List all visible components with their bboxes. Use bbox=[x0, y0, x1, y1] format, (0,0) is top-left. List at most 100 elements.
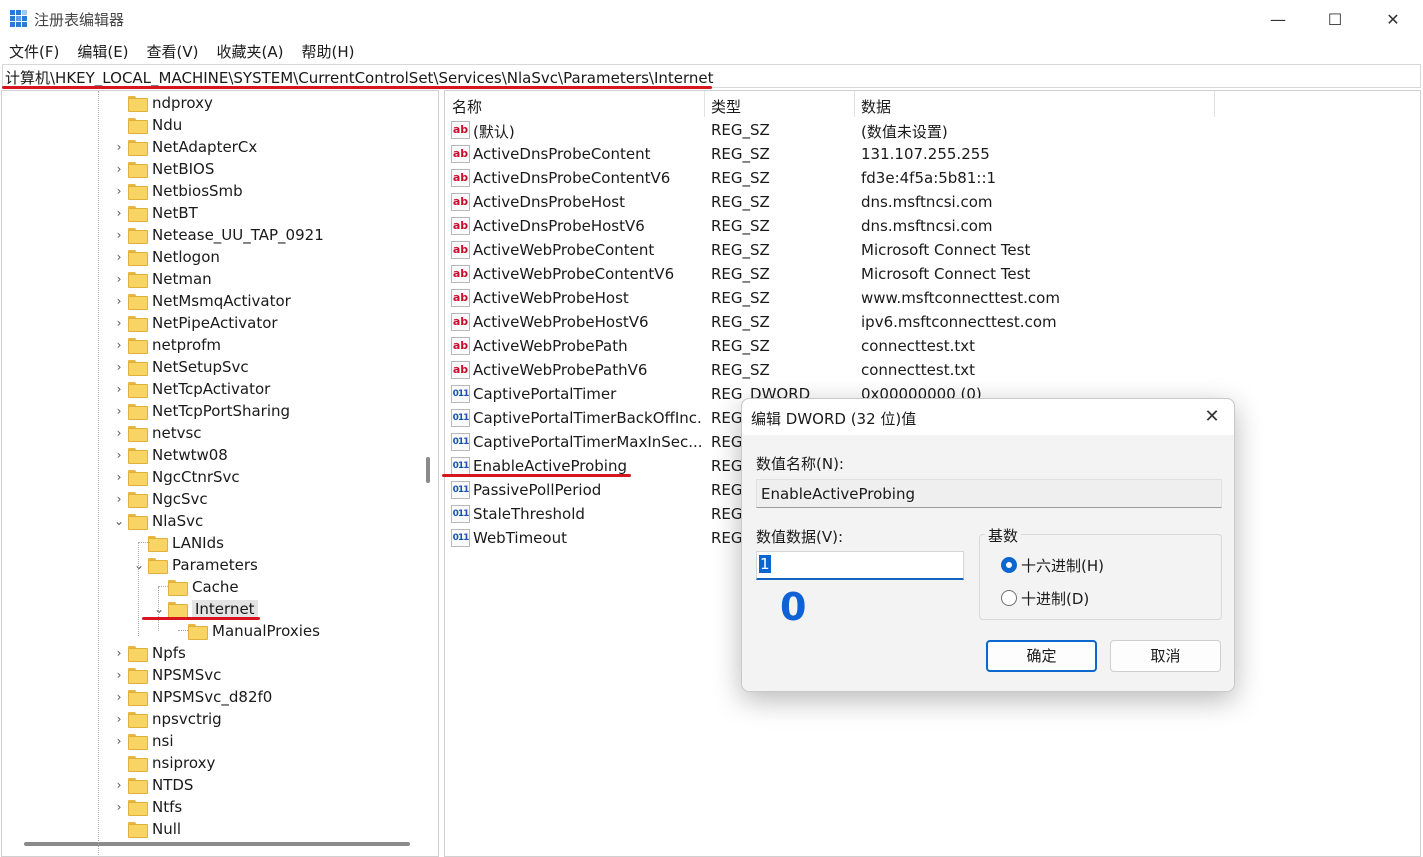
chevron-right-icon[interactable]: › bbox=[110, 734, 128, 748]
value-name[interactable]: ActiveDnsProbeHost bbox=[473, 193, 703, 211]
value-name[interactable]: ActiveWebProbeHost bbox=[473, 289, 703, 307]
chevron-right-icon[interactable]: › bbox=[110, 778, 128, 792]
chevron-right-icon[interactable]: › bbox=[110, 338, 128, 352]
chevron-right-icon[interactable]: › bbox=[110, 140, 128, 154]
tree-node-label[interactable]: NetBIOS bbox=[152, 160, 214, 178]
value-name[interactable]: ActiveDnsProbeHostV6 bbox=[473, 217, 703, 235]
chevron-right-icon[interactable]: › bbox=[110, 316, 128, 330]
value-row[interactable]: ab ActiveDnsProbeContentV6 REG_SZ fd3e:4f5a… bbox=[445, 166, 1420, 190]
tree-horizontal-scrollbar[interactable] bbox=[24, 842, 410, 846]
tree-node-label[interactable]: Netease_UU_TAP_0921 bbox=[152, 226, 324, 244]
value-name[interactable]: ActiveDnsProbeContent bbox=[473, 145, 703, 163]
value-name[interactable]: ActiveWebProbePathV6 bbox=[473, 361, 703, 379]
value-name[interactable]: CaptivePortalTimerBackOffInc... bbox=[473, 409, 703, 427]
value-name[interactable]: CaptivePortalTimerMaxInSec... bbox=[473, 433, 703, 451]
tree-node-label[interactable]: NPSMSvc bbox=[152, 666, 221, 684]
cancel-button[interactable]: 取消 bbox=[1110, 640, 1221, 672]
menu-help[interactable]: 帮助(H) bbox=[292, 38, 363, 64]
tree-node-label[interactable]: NetSetupSvc bbox=[152, 358, 249, 376]
value-name[interactable]: PassivePollPeriod bbox=[473, 481, 703, 499]
value-row[interactable]: ab ActiveWebProbePath REG_SZ connecttest.tx… bbox=[445, 334, 1420, 358]
tree-node-label[interactable]: Netman bbox=[152, 270, 212, 288]
tree-node-label[interactable]: ndproxy bbox=[152, 94, 213, 112]
tree-node[interactable]: › netprofm bbox=[110, 334, 221, 356]
tree-node[interactable]: › Netlogon bbox=[110, 246, 220, 268]
tree-node-label[interactable]: Npfs bbox=[152, 644, 186, 662]
tree-node[interactable]: › nsi bbox=[110, 730, 174, 752]
tree-node[interactable]: ⌄ Parameters bbox=[130, 554, 258, 576]
tree-node-label[interactable]: NPSMSvc_d82f0 bbox=[152, 688, 272, 706]
tree-node-label[interactable]: npsvctrig bbox=[152, 710, 222, 728]
value-row[interactable]: ab ActiveDnsProbeHost REG_SZ dns.msftncsi.c… bbox=[445, 190, 1420, 214]
chevron-right-icon[interactable]: › bbox=[110, 404, 128, 418]
chevron-right-icon[interactable]: › bbox=[110, 492, 128, 506]
chevron-right-icon[interactable]: › bbox=[110, 800, 128, 814]
key-tree-pane[interactable]: ndproxy Ndu › NetAdapterCx › NetBIOS › NetbiosS… bbox=[1, 90, 439, 857]
tree-node-label[interactable]: Null bbox=[152, 820, 181, 838]
tree-node[interactable]: › npsvctrig bbox=[110, 708, 222, 730]
tree-node[interactable]: ndproxy bbox=[110, 92, 213, 114]
menu-favorites[interactable]: 收藏夹(A) bbox=[208, 38, 293, 64]
chevron-down-icon[interactable]: ⌄ bbox=[150, 602, 168, 616]
tree-node[interactable]: › netvsc bbox=[110, 422, 202, 444]
tree-node-label[interactable]: NetTcpActivator bbox=[152, 380, 270, 398]
chevron-right-icon[interactable]: › bbox=[110, 184, 128, 198]
tree-node[interactable]: ManualProxies bbox=[170, 620, 320, 642]
minimize-button[interactable]: — bbox=[1249, 0, 1307, 38]
value-row[interactable]: ab ActiveWebProbeContentV6 REG_SZ Microsoft… bbox=[445, 262, 1420, 286]
value-name[interactable]: EnableActiveProbing bbox=[473, 457, 703, 475]
close-button[interactable]: ✕ bbox=[1364, 0, 1422, 38]
value-name[interactable]: ActiveWebProbeContentV6 bbox=[473, 265, 703, 283]
value-row[interactable]: ab ActiveWebProbeHost REG_SZ www.msftconnec… bbox=[445, 286, 1420, 310]
tree-node[interactable]: › NPSMSvc bbox=[110, 664, 221, 686]
chevron-right-icon[interactable]: › bbox=[110, 294, 128, 308]
value-row[interactable]: ab (默认) REG_SZ (数值未设置) bbox=[445, 118, 1420, 142]
tree-node[interactable]: › Npfs bbox=[110, 642, 186, 664]
decimal-radio-label[interactable]: 十进制(D) bbox=[1021, 588, 1089, 609]
tree-node-label[interactable]: nsiproxy bbox=[152, 754, 215, 772]
tree-node-label[interactable]: NetAdapterCx bbox=[152, 138, 257, 156]
menu-view[interactable]: 查看(V) bbox=[138, 38, 208, 64]
chevron-right-icon[interactable]: › bbox=[110, 668, 128, 682]
tree-node-label[interactable]: Ntfs bbox=[152, 798, 182, 816]
tree-node[interactable]: nsiproxy bbox=[110, 752, 215, 774]
value-name[interactable]: WebTimeout bbox=[473, 529, 703, 547]
tree-node[interactable]: Null bbox=[110, 818, 181, 840]
chevron-right-icon[interactable]: › bbox=[110, 448, 128, 462]
tree-node[interactable]: › NetSetupSvc bbox=[110, 356, 249, 378]
value-row[interactable]: ab ActiveDnsProbeHostV6 REG_SZ dns.msftncsi… bbox=[445, 214, 1420, 238]
address-path[interactable]: 计算机\HKEY_LOCAL_MACHINE\SYSTEM\CurrentCon… bbox=[5, 67, 714, 88]
value-name[interactable]: StaleThreshold bbox=[473, 505, 703, 523]
tree-node[interactable]: › NetAdapterCx bbox=[110, 136, 257, 158]
tree-node[interactable]: › Netwtw08 bbox=[110, 444, 228, 466]
tree-node-label[interactable]: NlaSvc bbox=[152, 512, 203, 530]
tree-node[interactable]: › NgcSvc bbox=[110, 488, 208, 510]
chevron-right-icon[interactable]: › bbox=[110, 712, 128, 726]
column-header-name[interactable]: 名称 bbox=[445, 91, 705, 117]
tree-node[interactable]: › NPSMSvc_d82f0 bbox=[110, 686, 272, 708]
tree-node[interactable]: LANIds bbox=[130, 532, 224, 554]
tree-node-label[interactable]: NetMsmqActivator bbox=[152, 292, 291, 310]
tree-node[interactable]: › NetTcpActivator bbox=[110, 378, 270, 400]
chevron-right-icon[interactable]: › bbox=[110, 382, 128, 396]
chevron-right-icon[interactable]: › bbox=[110, 646, 128, 660]
tree-node[interactable]: › Netman bbox=[110, 268, 212, 290]
column-separator[interactable] bbox=[1214, 91, 1215, 117]
chevron-right-icon[interactable]: › bbox=[110, 162, 128, 176]
tree-node-label[interactable]: NetbiosSmb bbox=[152, 182, 243, 200]
value-row[interactable]: ab ActiveWebProbeContent REG_SZ Microsoft C… bbox=[445, 238, 1420, 262]
decimal-radio[interactable] bbox=[1001, 590, 1017, 606]
chevron-down-icon[interactable]: ⌄ bbox=[110, 514, 128, 528]
tree-node-label[interactable]: NTDS bbox=[152, 776, 193, 794]
value-data-selected-text[interactable]: 1 bbox=[759, 555, 771, 573]
tree-vertical-scrollbar[interactable] bbox=[426, 457, 430, 483]
dialog-close-icon[interactable]: ✕ bbox=[1198, 405, 1226, 429]
hex-radio-label[interactable]: 十六进制(H) bbox=[1021, 555, 1104, 576]
chevron-right-icon[interactable]: › bbox=[110, 470, 128, 484]
tree-node[interactable]: › Netease_UU_TAP_0921 bbox=[110, 224, 324, 246]
tree-node[interactable]: Cache bbox=[150, 576, 239, 598]
chevron-right-icon[interactable]: › bbox=[110, 228, 128, 242]
value-row[interactable]: ab ActiveWebProbeHostV6 REG_SZ ipv6.msftcon… bbox=[445, 310, 1420, 334]
tree-node-label[interactable]: NetTcpPortSharing bbox=[152, 402, 290, 420]
tree-node-label[interactable]: ManualProxies bbox=[212, 622, 320, 640]
